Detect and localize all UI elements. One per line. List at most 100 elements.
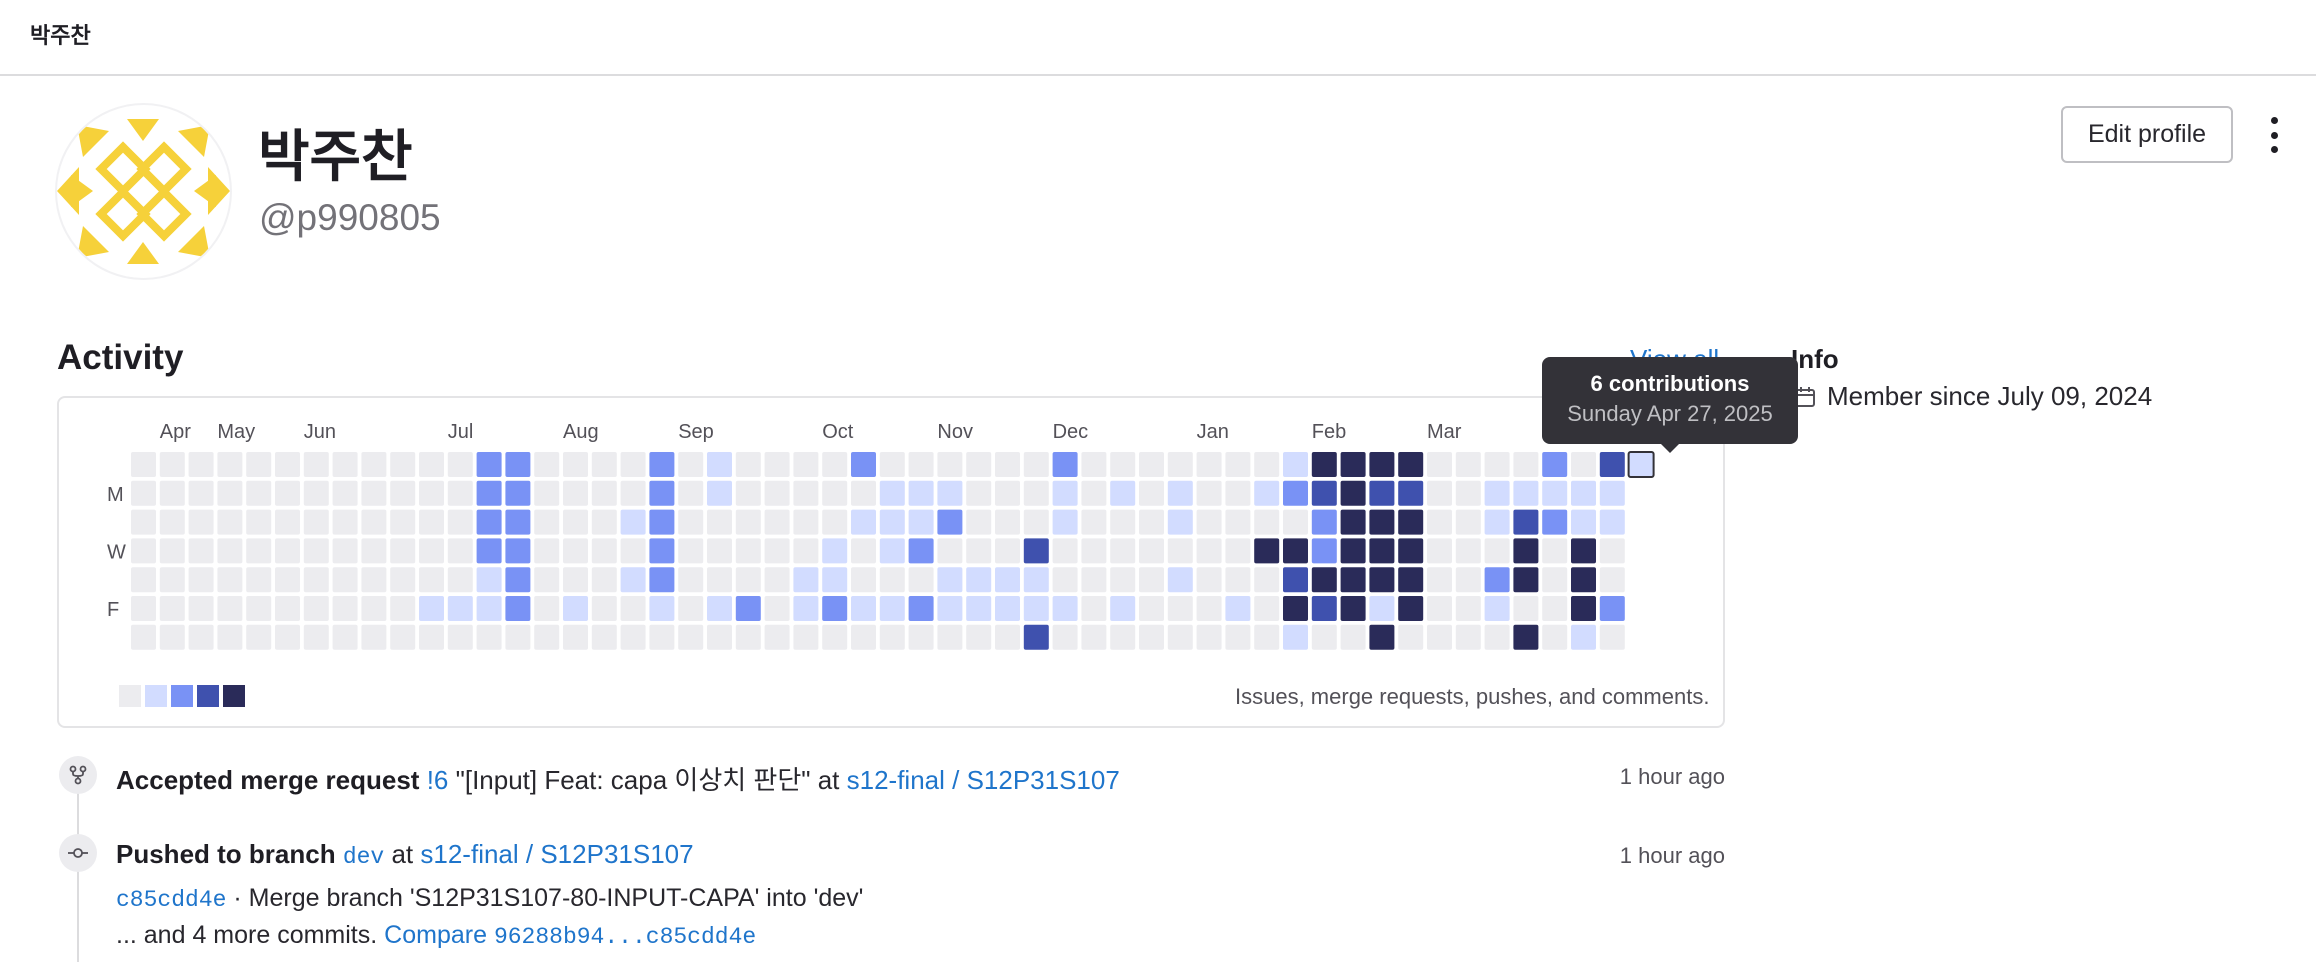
contribution-cell[interactable] bbox=[1225, 624, 1251, 650]
contribution-cell[interactable] bbox=[1139, 567, 1164, 593]
contribution-cell[interactable] bbox=[851, 596, 876, 621]
contribution-cell[interactable] bbox=[1513, 596, 1539, 621]
contribution-cell[interactable] bbox=[966, 538, 992, 564]
contribution-cell[interactable] bbox=[620, 480, 646, 506]
contribution-cell-selected[interactable] bbox=[1627, 451, 1655, 478]
contribution-cell[interactable] bbox=[275, 624, 300, 650]
contribution-cell[interactable] bbox=[1052, 596, 1078, 621]
contribution-cell[interactable] bbox=[793, 480, 819, 506]
contribution-cell[interactable] bbox=[275, 538, 300, 564]
contribution-cell[interactable] bbox=[563, 596, 588, 621]
contribution-cell[interactable] bbox=[1283, 596, 1308, 621]
contribution-cell[interactable] bbox=[246, 538, 272, 564]
contribution-cell[interactable] bbox=[793, 567, 819, 593]
contribution-cell[interactable] bbox=[1311, 480, 1337, 506]
contribution-cell[interactable] bbox=[361, 596, 387, 621]
contribution-cell[interactable] bbox=[1081, 480, 1107, 506]
contribution-cell[interactable] bbox=[275, 509, 300, 535]
contribution-cell[interactable] bbox=[1167, 509, 1193, 535]
contribution-cell[interactable] bbox=[937, 509, 963, 535]
contribution-cell[interactable] bbox=[1110, 480, 1136, 506]
contribution-cell[interactable] bbox=[1110, 509, 1136, 535]
contribution-cell[interactable] bbox=[246, 567, 272, 593]
contribution-cell[interactable] bbox=[1427, 538, 1452, 564]
contribution-cell[interactable] bbox=[419, 509, 444, 535]
contribution-cell[interactable] bbox=[1311, 624, 1337, 650]
contribution-cell[interactable] bbox=[1081, 538, 1107, 564]
contribution-cell[interactable] bbox=[246, 480, 272, 506]
contribution-cell[interactable] bbox=[1513, 624, 1539, 650]
contribution-cell[interactable] bbox=[390, 509, 416, 535]
contribution-cell[interactable] bbox=[447, 538, 473, 564]
contribution-cell[interactable] bbox=[879, 624, 905, 650]
compare-range-link[interactable]: 96288b94...c85cdd4e bbox=[494, 924, 756, 950]
contribution-cell[interactable] bbox=[159, 480, 185, 506]
contribution-cell[interactable] bbox=[620, 452, 646, 477]
contribution-cell[interactable] bbox=[735, 509, 761, 535]
contribution-cell[interactable] bbox=[131, 596, 156, 621]
contribution-cell[interactable] bbox=[764, 567, 790, 593]
contribution-cell[interactable] bbox=[188, 567, 214, 593]
contribution-cell[interactable] bbox=[995, 567, 1020, 593]
contribution-cell[interactable] bbox=[1369, 538, 1395, 564]
contribution-cell[interactable] bbox=[534, 567, 560, 593]
contribution-cell[interactable] bbox=[275, 480, 300, 506]
contribution-cell[interactable] bbox=[303, 567, 329, 593]
contribution-cell[interactable] bbox=[1254, 509, 1280, 535]
contribution-cell[interactable] bbox=[1081, 596, 1107, 621]
contribution-cell[interactable] bbox=[908, 538, 934, 564]
contribution-cell[interactable] bbox=[1369, 509, 1395, 535]
contribution-cell[interactable] bbox=[246, 452, 272, 477]
contribution-cell[interactable] bbox=[908, 624, 934, 650]
contribution-cell[interactable] bbox=[246, 596, 272, 621]
contribution-cell[interactable] bbox=[390, 538, 416, 564]
contribution-cell[interactable] bbox=[188, 480, 214, 506]
contribution-cell[interactable] bbox=[1427, 596, 1452, 621]
contribution-cell[interactable] bbox=[1340, 538, 1366, 564]
contribution-cell[interactable] bbox=[1052, 509, 1078, 535]
contribution-cell[interactable] bbox=[505, 452, 531, 477]
contribution-cell[interactable] bbox=[764, 538, 790, 564]
contribution-cell[interactable] bbox=[303, 538, 329, 564]
contribution-cell[interactable] bbox=[822, 509, 848, 535]
contribution-cell[interactable] bbox=[966, 480, 992, 506]
contribution-cell[interactable] bbox=[188, 624, 214, 650]
contribution-cell[interactable] bbox=[649, 480, 675, 506]
contribution-cell[interactable] bbox=[1225, 596, 1251, 621]
contribution-cell[interactable] bbox=[649, 596, 675, 621]
edit-profile-button[interactable]: Edit profile bbox=[2061, 106, 2233, 163]
contribution-cell[interactable] bbox=[937, 624, 963, 650]
contribution-cell[interactable] bbox=[447, 567, 473, 593]
contribution-cell[interactable] bbox=[361, 509, 387, 535]
contribution-cell[interactable] bbox=[1427, 567, 1452, 593]
contribution-cell[interactable] bbox=[1254, 538, 1280, 564]
contribution-cell[interactable] bbox=[390, 480, 416, 506]
contribution-cell[interactable] bbox=[851, 624, 876, 650]
contribution-cell[interactable] bbox=[1196, 567, 1222, 593]
contribution-cell[interactable] bbox=[908, 567, 934, 593]
contribution-cell[interactable] bbox=[620, 596, 646, 621]
contribution-cell[interactable] bbox=[707, 452, 732, 477]
contribution-cell[interactable] bbox=[275, 567, 300, 593]
contribution-cell[interactable] bbox=[476, 452, 502, 477]
contribution-cell[interactable] bbox=[361, 480, 387, 506]
contribution-cell[interactable] bbox=[217, 596, 243, 621]
contribution-cell[interactable] bbox=[419, 624, 444, 650]
contribution-cell[interactable] bbox=[332, 596, 358, 621]
contribution-cell[interactable] bbox=[879, 538, 905, 564]
contribution-cell[interactable] bbox=[361, 452, 387, 477]
contribution-cell[interactable] bbox=[159, 452, 185, 477]
contribution-cell[interactable] bbox=[1599, 624, 1625, 650]
contribution-cell[interactable] bbox=[1023, 567, 1049, 593]
contribution-cell[interactable] bbox=[188, 596, 214, 621]
contribution-cell[interactable] bbox=[246, 509, 272, 535]
contribution-cell[interactable] bbox=[1571, 624, 1596, 650]
contribution-cell[interactable] bbox=[1052, 538, 1078, 564]
contribution-cell[interactable] bbox=[131, 480, 156, 506]
contribution-cell[interactable] bbox=[1340, 624, 1366, 650]
contribution-cell[interactable] bbox=[1052, 452, 1078, 477]
contribution-cell[interactable] bbox=[1455, 480, 1481, 506]
contribution-cell[interactable] bbox=[1455, 538, 1481, 564]
contribution-cell[interactable] bbox=[1139, 509, 1164, 535]
contribution-cell[interactable] bbox=[361, 567, 387, 593]
